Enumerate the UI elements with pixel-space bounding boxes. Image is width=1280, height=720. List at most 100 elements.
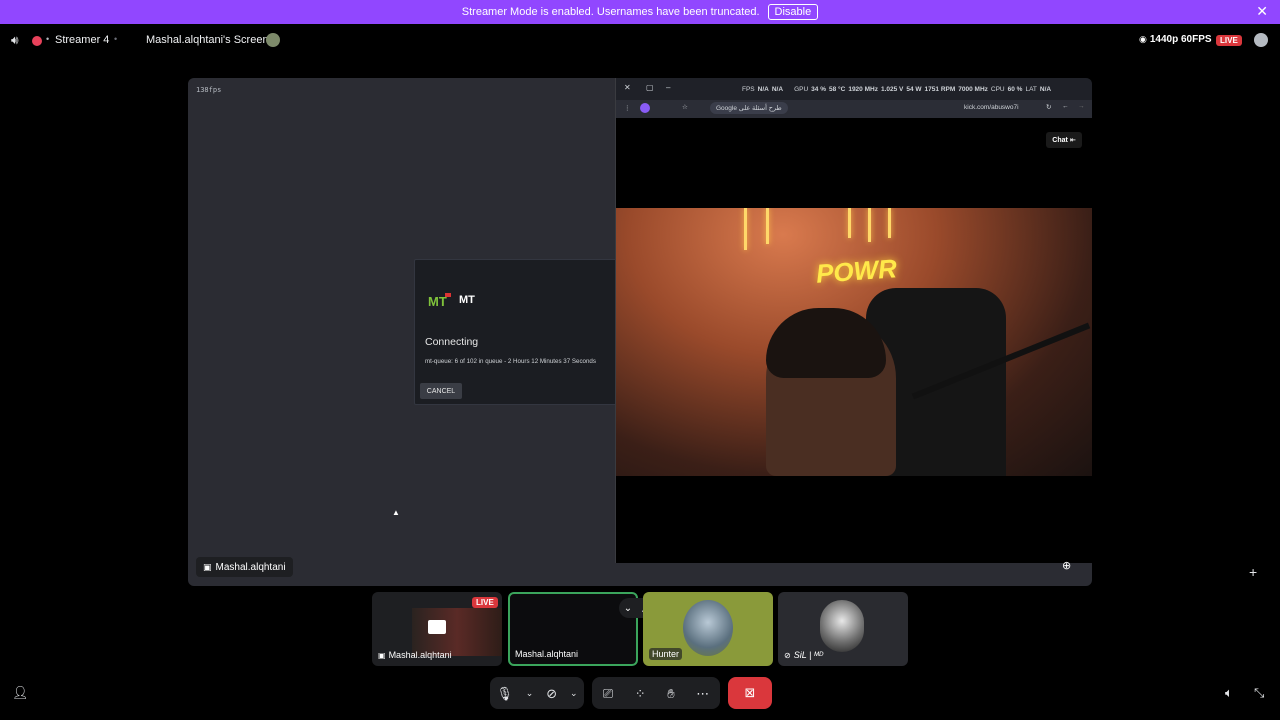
chat-button[interactable]: Chat ⇤	[1046, 132, 1082, 148]
live-badge: LIVE	[472, 597, 498, 608]
activities-icon[interactable]: ⁘	[635, 687, 646, 700]
camera-off-icon[interactable]: ⊘	[546, 687, 557, 700]
activity-controls: ⎚ ⁘ ✋︎ ⋯	[592, 677, 720, 709]
reload-icon[interactable]: ↻	[1046, 103, 1051, 111]
microphone-icon[interactable]: 🎙︎	[496, 687, 513, 700]
forward-arrow-icon[interactable]: →	[1078, 103, 1085, 110]
participant-name: Mashal.alqhtani	[515, 649, 579, 659]
minimize-icon[interactable]: –	[666, 83, 670, 92]
overlay-fps-value: N/A	[771, 86, 784, 93]
chat-button-label: Chat	[1052, 136, 1068, 144]
more-options-icon[interactable]: ⋯	[696, 687, 709, 700]
add-icon[interactable]: +	[1249, 565, 1257, 579]
soundboard-icon[interactable]: ✋︎	[667, 687, 674, 700]
participant-tile[interactable]: Hunter	[643, 592, 773, 666]
overlay-gpu-label: GPU	[794, 86, 809, 93]
cancel-button[interactable]: CANCEL	[420, 383, 462, 399]
streaming-indicator	[32, 36, 42, 46]
add-friend-icon[interactable]: 👤︎	[12, 686, 29, 699]
maximize-icon[interactable]: ▢	[646, 83, 654, 92]
avatar	[683, 600, 733, 656]
stage-nameplate-label: Mashal.alqhtani	[215, 561, 286, 573]
overlay-gpu-fan: 1751 RPM	[924, 86, 956, 93]
quality-label: 1440p 60FPS	[1149, 34, 1212, 45]
participant-name: Hunter	[652, 649, 680, 659]
browser-address-bar: ⋮ ☆ Google طرح أسئلة على kick.com/abuswo…	[616, 100, 1092, 118]
separator-dot: •	[46, 34, 50, 44]
stream-sign: POWR	[815, 253, 898, 289]
banner-message: Streamer Mode is enabled. Usernames have…	[461, 6, 760, 18]
connecting-dialog: MT MT Connecting mt-queue: 6 of 102 in q…	[414, 259, 624, 405]
screen-share-stage[interactable]: 138fps MT MT Connecting mt-queue: 6 of 1…	[188, 78, 1092, 586]
overlay-gpu-load: 34 %	[811, 86, 826, 93]
overlay-lat-value: N/A	[1039, 86, 1052, 93]
avatar[interactable]	[266, 33, 280, 47]
star-icon[interactable]: ☆	[682, 103, 688, 111]
queue-text: mt-queue: 6 of 102 in queue - 2 Hours 12…	[425, 358, 596, 365]
neon-light	[766, 208, 769, 244]
svg-text:MT: MT	[428, 294, 447, 309]
participant-name: Mashal.alqhtani	[388, 650, 452, 660]
overlay-cpu-label: CPU	[990, 86, 1005, 93]
overlay-gpu-temp: 58 °C	[828, 86, 846, 93]
screen-title: Mashal.alqhtani's Screen	[146, 34, 269, 46]
neon-light	[848, 208, 851, 238]
mic-muted-icon: ⊘	[784, 650, 791, 660]
avatar	[820, 600, 864, 652]
close-icon[interactable]: ✕	[1256, 4, 1268, 18]
close-window-icon[interactable]: ✕	[624, 83, 631, 92]
volume-icon[interactable]: 🔈︎	[1225, 686, 1233, 699]
stream-quality[interactable]: ◉ 1440p 60FPS	[1139, 34, 1212, 45]
profile-avatar[interactable]	[640, 103, 650, 113]
chat-bubble-icon[interactable]	[1254, 33, 1268, 47]
separator-dot: •	[114, 34, 118, 44]
browser-window: ✕ ▢ – FPS N/A N/A GPU 34 % 58 °C 1920 MH…	[615, 78, 1092, 563]
exit-fullscreen-icon[interactable]: ⤡	[1254, 686, 1264, 699]
participant-tile[interactable]: Mashal.alqhtani	[508, 592, 638, 666]
chevron-down-icon[interactable]: ⌄	[624, 603, 632, 614]
leave-call-button[interactable]: ⊠	[728, 677, 772, 709]
participant-tile[interactable]: ⊘ SiL | ᴹᴰ	[778, 592, 908, 666]
back-arrow-icon[interactable]: ←	[1062, 103, 1069, 110]
fps-counter: 138fps	[196, 86, 222, 94]
voice-channel-icon[interactable]: 🔊︎	[11, 34, 19, 47]
screen-share-icon[interactable]: ⎚	[603, 687, 613, 700]
overlay-lat-label: LAT	[1025, 86, 1037, 93]
overlay-mem-clock: 7000 MHz	[958, 86, 988, 93]
stop-streaming-icon: ⊠	[744, 685, 756, 700]
eye-icon: ◉	[1139, 34, 1147, 44]
audio-video-controls: 🎙︎ ⌄ ⊘ ⌄	[490, 677, 584, 709]
participant-label: Hunter	[649, 648, 683, 660]
mt-logo-icon: MT	[427, 292, 453, 310]
participant-tile[interactable]: LIVE ▣ Mashal.alqhtani	[372, 592, 502, 666]
overlay-gpu-volt: 1.025 V	[880, 86, 904, 93]
stream-video[interactable]: POWR	[616, 208, 1092, 476]
participant-label: ▣ Mashal.alqhtani	[378, 650, 452, 660]
overlay-gpu-clock: 1920 MHz	[848, 86, 878, 93]
chevron-down-icon[interactable]: ⌄	[570, 687, 578, 700]
streamer-mode-banner: Streamer Mode is enabled. Usernames have…	[0, 0, 1280, 24]
overlay-fps-label: FPS	[742, 86, 755, 93]
zoom-icon[interactable]: ⊕	[1062, 559, 1080, 577]
dialog-app-name: MT	[459, 294, 475, 306]
participant-label: ⊘ SiL | ᴹᴰ	[784, 650, 823, 660]
connection-status: Connecting	[425, 336, 479, 348]
neon-light	[744, 208, 747, 250]
neon-light	[888, 208, 891, 238]
mouse-cursor-icon: ▲	[392, 508, 400, 517]
participant-name: SiL | ᴹᴰ	[793, 650, 824, 660]
overlay-fps-value: N/A	[757, 86, 769, 93]
monitor-icon	[428, 620, 446, 634]
menu-dots-icon[interactable]: ⋮	[624, 104, 631, 112]
disable-streamer-mode-button[interactable]: Disable	[767, 4, 819, 20]
screen-share-icon: ▣	[203, 561, 212, 572]
screen-share-icon: ▣	[378, 650, 386, 660]
live-badge: LIVE	[1216, 35, 1242, 46]
call-header: 🔊︎ • Streamer 4 • Mashal.alqhtani's Scre…	[0, 28, 1280, 54]
search-pill[interactable]: Google طرح أسئلة على	[710, 102, 788, 114]
neon-light	[868, 208, 871, 242]
channel-name[interactable]: Streamer 4	[55, 34, 109, 46]
chevron-down-icon[interactable]: ⌄	[526, 687, 534, 700]
url-text[interactable]: kick.com/abuswo7i	[964, 104, 1019, 111]
stage-nameplate: ▣ Mashal.alqhtani	[196, 557, 293, 577]
